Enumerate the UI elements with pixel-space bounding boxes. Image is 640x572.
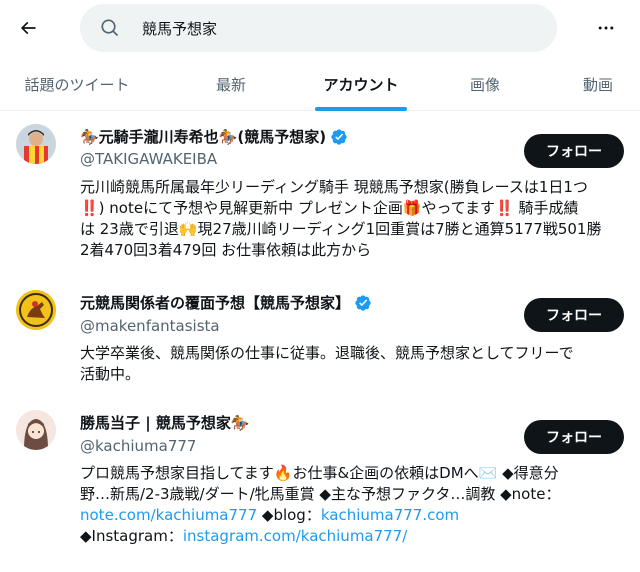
bio-line: プロ競馬予想家目指してます🔥お仕事&企画の依頼はDMへ✉️ ◆得意分 [80,464,559,482]
user-bio: 大学卒業後、競馬関係の仕事に従事。退職後、競馬予想家としてフリーで 活動中。 [80,343,626,385]
bio-line: ◆Instagram：instagram.com/kachiuma777/ [80,526,626,547]
tab-label: アカウント [323,76,399,94]
user-cell[interactable]: 勝馬当子 | 競馬予想家🏇 @kachiuma777 フォロー プロ競馬予想家目… [0,392,640,572]
tab-accounts[interactable]: アカウント [308,58,414,111]
follow-button[interactable]: フォロー [524,420,624,454]
user-handle[interactable]: @kachiuma777 [80,437,196,455]
search-tabs: 話題のツイート 最新 アカウント 画像 動画 [0,58,640,111]
bio-line: ‼️) noteにて予想や見解更新中 プレゼント企画🎁やってます‼️ 騎手成績 [80,199,579,217]
display-name-text: 🏇元騎手瀧川寿希也🏇(競馬予想家) [80,128,327,146]
follow-button[interactable]: フォロー [524,134,624,168]
bio-line: 活動中。 [80,365,141,383]
bio-text: ◆blog： [257,506,321,524]
user-handle[interactable]: @makenfantasista [80,317,220,335]
display-name-text: 勝馬当子 | 競馬予想家🏇 [80,414,250,432]
more-icon [598,26,614,30]
search-query-text: 競馬予想家 [142,19,218,38]
tab-latest[interactable]: 最新 [154,58,308,111]
bio-line: 大学卒業後、競馬関係の仕事に従事。退職後、競馬予想家としてフリーで [80,344,574,362]
tab-top[interactable]: 話題のツイート [0,58,154,111]
bio-line: 野…新馬/2-3歳戦/ダート/牝馬重賞 ◆主な予想ファクタ…調教 ◆note： [80,485,561,503]
back-button[interactable] [8,8,48,48]
follow-button[interactable]: フォロー [524,298,624,332]
bio-link-note[interactable]: note.com/kachiuma777 [80,506,257,524]
user-cell[interactable]: 🏇元騎手瀧川寿希也🏇(競馬予想家) @TAKIGAWAKEIBA フォロー 元川… [0,112,640,277]
display-name-text: 元競馬関係者の覆面予想【競馬予想家】 [80,294,351,312]
back-arrow-icon [20,21,36,35]
search-input[interactable]: 競馬予想家 [80,4,557,52]
search-icon [100,18,120,38]
user-cell[interactable]: 元競馬関係者の覆面予想【競馬予想家】 @makenfantasista フォロー… [0,277,640,392]
active-tab-indicator [315,107,407,111]
tab-images[interactable]: 画像 [414,58,556,111]
user-display-name[interactable]: 🏇元騎手瀧川寿希也🏇(競馬予想家) [80,126,348,147]
tab-label: 最新 [215,76,246,94]
bio-link-instagram[interactable]: instagram.com/kachiuma777/ [183,527,407,545]
avatar[interactable] [16,410,56,450]
bio-line: note.com/kachiuma777 ◆blog：kachiuma777.c… [80,505,626,526]
avatar[interactable] [16,124,56,164]
tab-label: 話題のツイート [24,76,130,94]
bio-text: ◆Instagram： [80,527,183,545]
verified-badge-icon [331,128,347,145]
user-display-name[interactable]: 元競馬関係者の覆面予想【競馬予想家】 [80,292,372,313]
tab-label: 画像 [469,76,500,94]
bio-line: は 23歳で引退🙌現27歳川崎リーディング1回重賞は7勝と通算5177戦501勝 [80,220,602,238]
bio-line: 2着470回3着479回 お仕事依頼は此方から [80,241,372,259]
tab-videos[interactable]: 動画 [556,58,640,111]
user-bio: 元川崎競馬所属最年少リーディング騎手 現競馬予想家(勝負レースは1日1つ ‼️)… [80,177,626,261]
tab-label: 動画 [582,76,613,94]
user-handle[interactable]: @TAKIGAWAKEIBA [80,150,217,168]
top-bar: 競馬予想家 [0,0,640,56]
avatar[interactable] [16,290,56,330]
bio-line: 元川崎競馬所属最年少リーディング騎手 現競馬予想家(勝負レースは1日1つ [80,178,588,196]
more-options-button[interactable] [586,8,626,48]
bio-link-blog[interactable]: kachiuma777.com [321,506,459,524]
verified-badge-icon [355,294,371,311]
user-display-name[interactable]: 勝馬当子 | 競馬予想家🏇 [80,412,250,433]
user-bio: プロ競馬予想家目指してます🔥お仕事&企画の依頼はDMへ✉️ ◆得意分 野…新馬/… [80,463,626,547]
